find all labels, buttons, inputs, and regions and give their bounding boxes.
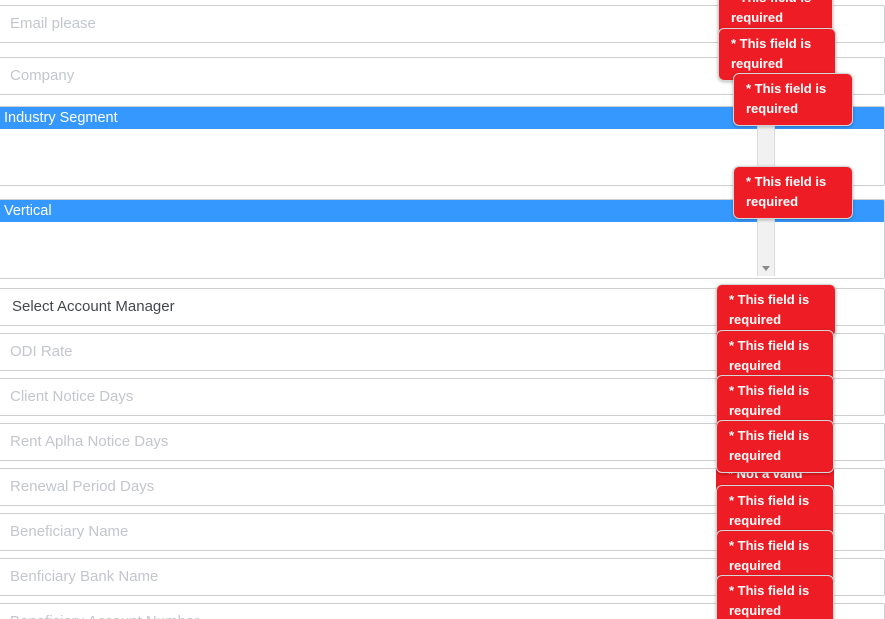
validation-tooltip-line: required <box>731 56 784 71</box>
validation-tooltip: * This field is required <box>716 420 834 473</box>
chevron-down-icon <box>762 265 770 271</box>
validation-tooltip-line: * This field is <box>729 338 810 353</box>
validation-tooltip-line: required <box>729 358 782 373</box>
validation-tooltip-line: required <box>729 558 782 573</box>
validation-tooltip-line: required <box>746 194 799 209</box>
validation-tooltip-line: required <box>729 513 782 528</box>
scroll-down-arrow-button[interactable] <box>758 259 774 276</box>
validation-tooltip-line: required <box>729 403 782 418</box>
form-validation-screen: Email please Company Industry Segment Verti… <box>0 0 885 619</box>
validation-tooltip-line: required <box>729 603 782 618</box>
validation-tooltip-line: required <box>729 448 782 463</box>
validation-tooltip-line: * This field is <box>729 383 810 398</box>
validation-tooltip-line: * This field is <box>746 174 827 189</box>
validation-tooltip: * This field is required <box>733 73 853 126</box>
validation-tooltip-line: required <box>746 101 799 116</box>
validation-tooltip-line: required <box>731 10 784 25</box>
validation-tooltip: * This field is required <box>733 166 853 219</box>
validation-tooltip-line: * This field is <box>729 583 810 598</box>
validation-tooltip-line: * This field is <box>729 493 810 508</box>
validation-tooltip-line: * This field is <box>746 81 827 96</box>
validation-tooltip-line: * This field is <box>729 538 810 553</box>
validation-tooltip-line: * This field is <box>729 292 810 307</box>
validation-tooltip-line: * This field is <box>731 36 812 51</box>
validation-tooltip-line: * This field is <box>729 428 810 443</box>
validation-tooltip: * This field is required <box>716 575 834 619</box>
validation-tooltip-line: required <box>729 312 782 327</box>
validation-tooltip-line: * This field is <box>731 0 822 8</box>
